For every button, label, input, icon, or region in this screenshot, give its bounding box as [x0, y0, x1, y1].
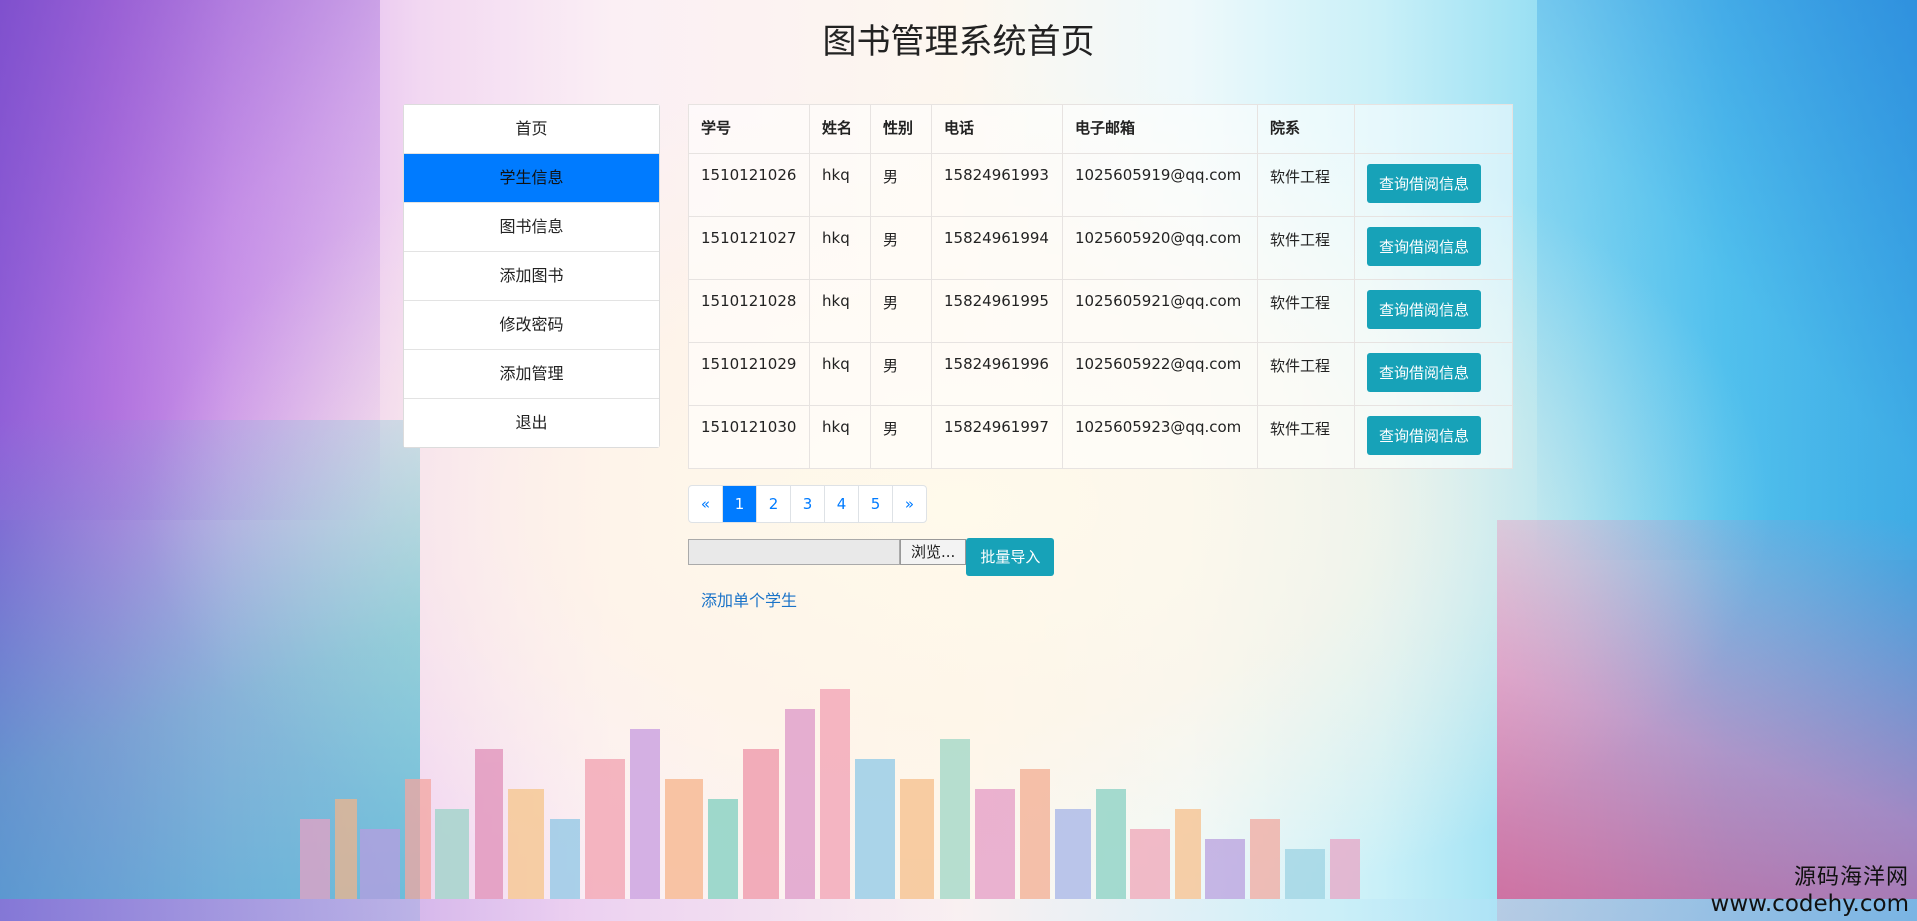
cell-email: 1025605922@qq.com	[1062, 342, 1258, 406]
sidebar-item-students[interactable]: 学生信息	[404, 153, 659, 202]
pagination: « 1 2 3 4 5 »	[688, 485, 927, 523]
file-path-field[interactable]	[688, 539, 900, 565]
table-row: 1510121029 hkq 男 15824961996 1025605922@…	[688, 342, 1513, 406]
column-header-gender: 性别	[870, 104, 932, 154]
cell-action: 查询借阅信息	[1354, 405, 1513, 469]
cell-name: hkq	[809, 216, 871, 280]
column-header-id: 学号	[688, 104, 810, 154]
query-borrow-button[interactable]: 查询借阅信息	[1367, 353, 1482, 392]
sidebar-item-logout[interactable]: 退出	[404, 398, 659, 447]
cell-phone: 15824961993	[931, 153, 1063, 217]
column-header-name: 姓名	[809, 104, 871, 154]
cell-gender: 男	[870, 216, 932, 280]
pagination-page-2[interactable]: 2	[756, 486, 790, 522]
cell-phone: 15824961997	[931, 405, 1063, 469]
page-title: 图书管理系统首页	[822, 22, 1095, 62]
pagination-next[interactable]: »	[892, 486, 926, 522]
cell-student-id: 1510121028	[688, 279, 810, 343]
pagination-page-3[interactable]: 3	[790, 486, 824, 522]
add-single-student-link[interactable]: 添加单个学生	[701, 587, 797, 611]
table-row: 1510121026 hkq 男 15824961993 1025605919@…	[688, 153, 1513, 217]
import-row: 浏览... 批量导入	[688, 538, 1055, 576]
cell-phone: 15824961996	[931, 342, 1063, 406]
pagination-prev[interactable]: «	[689, 486, 722, 522]
sidebar-nav: 首页 学生信息 图书信息 添加图书 修改密码 添加管理 退出	[403, 104, 660, 448]
table-header-row: 学号 姓名 性别 电话 电子邮箱 院系	[688, 104, 1513, 154]
pagination-page-4[interactable]: 4	[824, 486, 858, 522]
cell-email: 1025605921@qq.com	[1062, 279, 1258, 343]
watermark-url: www.codehy.com	[1710, 891, 1909, 917]
cell-student-id: 1510121030	[688, 405, 810, 469]
sidebar-item-change-password[interactable]: 修改密码	[404, 300, 659, 349]
cell-dept: 软件工程	[1257, 405, 1355, 469]
cell-gender: 男	[870, 405, 932, 469]
cell-email: 1025605920@qq.com	[1062, 216, 1258, 280]
cell-student-id: 1510121027	[688, 216, 810, 280]
column-header-email: 电子邮箱	[1062, 104, 1258, 154]
cell-name: hkq	[809, 342, 871, 406]
cell-action: 查询借阅信息	[1354, 279, 1513, 343]
cell-student-id: 1510121026	[688, 153, 810, 217]
cell-email: 1025605919@qq.com	[1062, 153, 1258, 217]
column-header-dept: 院系	[1257, 104, 1355, 154]
sidebar-item-add-admin[interactable]: 添加管理	[404, 349, 659, 398]
pagination-page-1[interactable]: 1	[722, 486, 756, 522]
cell-dept: 软件工程	[1257, 342, 1355, 406]
browse-button[interactable]: 浏览...	[900, 539, 967, 565]
column-header-action	[1354, 104, 1513, 154]
sidebar-item-add-book[interactable]: 添加图书	[404, 251, 659, 300]
cell-dept: 软件工程	[1257, 279, 1355, 343]
cell-gender: 男	[870, 342, 932, 406]
table-row: 1510121027 hkq 男 15824961994 1025605920@…	[688, 216, 1513, 280]
query-borrow-button[interactable]: 查询借阅信息	[1367, 416, 1482, 455]
cell-action: 查询借阅信息	[1354, 153, 1513, 217]
cell-phone: 15824961995	[931, 279, 1063, 343]
pagination-page-5[interactable]: 5	[858, 486, 892, 522]
student-table: 学号 姓名 性别 电话 电子邮箱 院系 1510121026 hkq 男 158…	[688, 104, 1513, 469]
sidebar-item-home[interactable]: 首页	[404, 105, 659, 153]
watermark-name: 源码海洋网	[1793, 865, 1909, 890]
sidebar-item-books[interactable]: 图书信息	[404, 202, 659, 251]
cell-dept: 软件工程	[1257, 216, 1355, 280]
cell-action: 查询借阅信息	[1354, 216, 1513, 280]
batch-import-button[interactable]: 批量导入	[966, 538, 1055, 576]
table-row: 1510121028 hkq 男 15824961995 1025605921@…	[688, 279, 1513, 343]
bottom-decorative-strip	[0, 899, 1917, 921]
cell-email: 1025605923@qq.com	[1062, 405, 1258, 469]
student-table-container: 学号 姓名 性别 电话 电子邮箱 院系 1510121026 hkq 男 158…	[688, 104, 1513, 469]
cell-student-id: 1510121029	[688, 342, 810, 406]
cell-gender: 男	[870, 279, 932, 343]
cell-name: hkq	[809, 153, 871, 217]
cell-action: 查询借阅信息	[1354, 342, 1513, 406]
cell-name: hkq	[809, 279, 871, 343]
query-borrow-button[interactable]: 查询借阅信息	[1367, 227, 1482, 266]
table-row: 1510121030 hkq 男 15824961997 1025605923@…	[688, 405, 1513, 469]
cell-phone: 15824961994	[931, 216, 1063, 280]
cell-name: hkq	[809, 405, 871, 469]
city-skyline-illustration	[300, 689, 1360, 899]
cell-gender: 男	[870, 153, 932, 217]
column-header-phone: 电话	[931, 104, 1063, 154]
query-borrow-button[interactable]: 查询借阅信息	[1367, 290, 1482, 329]
cell-dept: 软件工程	[1257, 153, 1355, 217]
watermark: 源码海洋网 www.codehy.com	[1711, 859, 1909, 917]
query-borrow-button[interactable]: 查询借阅信息	[1367, 164, 1482, 203]
